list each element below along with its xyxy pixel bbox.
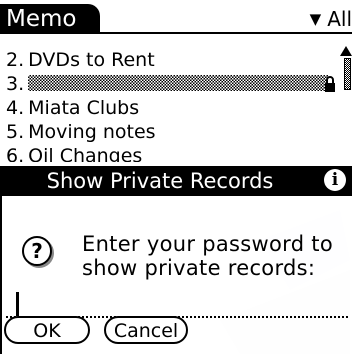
info-icon[interactable]: i <box>324 169 346 191</box>
masked-record <box>28 75 329 91</box>
title-bar: Memo ▼ All <box>0 0 352 36</box>
dialog-prompt: Enter your password to show private reco… <box>82 232 352 280</box>
memo-list: 2. DVDs to Rent 3. 4. Miata Clubs 5. Moving… <box>0 48 340 162</box>
dialog-title: Show Private Records <box>46 169 274 193</box>
app-title-tab[interactable]: Memo <box>0 4 100 34</box>
list-item[interactable]: 5. Moving notes <box>0 120 340 144</box>
scroll-thumb[interactable] <box>344 58 351 90</box>
triangle-down-icon: ▼ <box>309 10 322 28</box>
scrollbar[interactable] <box>340 46 352 162</box>
list-item[interactable]: 2. DVDs to Rent <box>0 48 340 72</box>
scroll-up-arrow-icon[interactable] <box>340 46 352 56</box>
title-underline <box>0 32 352 34</box>
password-input[interactable] <box>6 288 348 318</box>
prompt-line-2: show private records: <box>82 256 316 280</box>
question-icon: ? <box>22 236 52 266</box>
memo-title: Oil Changes <box>28 145 143 162</box>
memo-number: 3. <box>6 73 25 95</box>
app-title: Memo <box>6 6 77 32</box>
list-item[interactable]: 6. Oil Changes <box>0 144 340 162</box>
memo-number: 4. <box>6 97 25 119</box>
memo-title: Miata Clubs <box>28 97 140 119</box>
dialog-title-bar: Show Private Records i <box>0 166 352 196</box>
memo-number: 5. <box>6 121 25 143</box>
prompt-line-1: Enter your password to <box>82 232 333 256</box>
memo-title: DVDs to Rent <box>28 49 155 71</box>
lock-icon <box>325 76 335 92</box>
memo-title: Moving notes <box>28 121 156 143</box>
category-selector[interactable]: ▼ All <box>310 6 352 32</box>
memo-number: 6. <box>6 145 25 162</box>
list-item-private[interactable]: 3. <box>0 72 340 96</box>
password-dialog: Show Private Records i ? Enter your pass… <box>0 166 352 354</box>
ok-button[interactable]: OK <box>4 316 90 344</box>
category-label: All <box>327 7 352 31</box>
list-item[interactable]: 4. Miata Clubs <box>0 96 340 120</box>
memo-number: 2. <box>6 49 25 71</box>
text-cursor <box>16 292 19 316</box>
cancel-button[interactable]: Cancel <box>104 316 188 344</box>
